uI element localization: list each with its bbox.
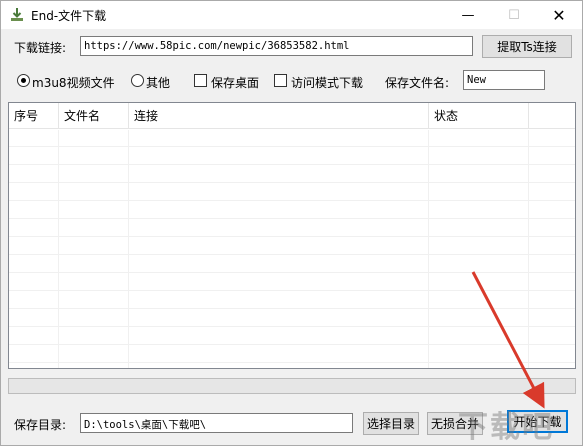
list-row xyxy=(9,310,575,327)
maximize-button[interactable]: ☐ xyxy=(491,1,537,29)
choose-dir-button[interactable]: 选择目录 xyxy=(363,412,419,435)
list-row xyxy=(9,202,575,219)
save-desktop-checkbox[interactable] xyxy=(194,74,207,87)
list-body xyxy=(9,130,575,368)
column-header-index[interactable]: 序号 xyxy=(9,103,59,129)
url-input[interactable]: https://www.58pic.com/newpic/36853582.ht… xyxy=(80,36,473,56)
download-progress-bar xyxy=(8,378,576,394)
radio-selected-dot xyxy=(21,78,26,83)
list-row xyxy=(9,166,575,183)
other-radio-label[interactable]: 其他 xyxy=(146,74,170,91)
save-dir-label: 保存目录: xyxy=(14,418,67,432)
m3u8-radio-label[interactable]: m3u8视频文件 xyxy=(32,74,115,91)
download-app-icon xyxy=(11,8,23,21)
list-row xyxy=(9,346,575,363)
list-row xyxy=(9,328,575,345)
window-title: End-文件下载 xyxy=(31,9,107,23)
url-label: 下载链接: xyxy=(14,41,67,55)
list-row xyxy=(9,274,575,291)
visit-mode-label[interactable]: 访问模式下载 xyxy=(291,74,363,91)
list-row xyxy=(9,256,575,273)
watermark-logo: 下载吧 xyxy=(458,410,554,445)
close-button[interactable]: ✕ xyxy=(536,1,582,29)
list-row xyxy=(9,238,575,255)
m3u8-radio[interactable] xyxy=(17,74,30,87)
save-dir-input[interactable]: D:\tools\桌面\下载吧\ xyxy=(80,413,353,433)
download-list[interactable]: 序号 文件名 连接 状态 xyxy=(8,102,576,369)
list-row xyxy=(9,130,575,147)
list-row xyxy=(9,184,575,201)
other-radio[interactable] xyxy=(131,74,144,87)
visit-mode-checkbox[interactable] xyxy=(274,74,287,87)
save-desktop-label[interactable]: 保存桌面 xyxy=(211,74,259,91)
filename-label: 保存文件名: xyxy=(385,76,450,90)
app-window: End-文件下载 — ☐ ✕ 下载链接: https://www.58pic.c… xyxy=(0,0,583,446)
column-header-status[interactable]: 状态 xyxy=(429,103,529,129)
list-row xyxy=(9,220,575,237)
column-header-filename[interactable]: 文件名 xyxy=(59,103,129,129)
title-bar: End-文件下载 — ☐ ✕ xyxy=(1,1,582,29)
list-row xyxy=(9,148,575,165)
minimize-button[interactable]: — xyxy=(445,1,491,29)
list-header: 序号 文件名 连接 状态 xyxy=(9,103,575,129)
column-header-link[interactable]: 连接 xyxy=(129,103,429,129)
filename-input[interactable]: New xyxy=(463,70,545,90)
extract-ts-button[interactable]: 提取Ts连接 xyxy=(482,35,572,58)
list-row xyxy=(9,292,575,309)
